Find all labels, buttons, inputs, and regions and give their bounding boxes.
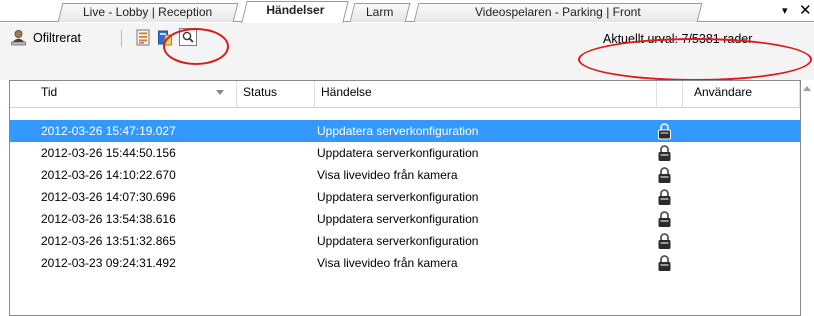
row-time: 2012-03-26 14:10:22.670 xyxy=(41,168,176,182)
filter-label[interactable]: Ofiltrerat xyxy=(33,31,81,45)
row-time: 2012-03-26 15:47:19.027 xyxy=(41,124,176,138)
lock-icon xyxy=(658,145,671,161)
annotation-circle-status xyxy=(578,38,812,81)
row-time: 2012-03-26 15:44:50.156 xyxy=(41,146,176,160)
table-row[interactable]: 2012-03-26 15:44:50.156 Uppdatera server… xyxy=(10,142,800,164)
lock-icon xyxy=(658,233,671,249)
events-grid: Tid Status Händelse Användare 2012-03-26… xyxy=(9,80,801,316)
table-row[interactable]: 2012-03-26 13:51:32.865 Uppdatera server… xyxy=(10,230,800,252)
lock-icon xyxy=(658,189,671,205)
lock-icon xyxy=(658,255,671,271)
tab-strip: Live - Lobby | Reception Händelser Larm … xyxy=(0,0,814,23)
tab-label: Händelser xyxy=(266,3,325,17)
table-row[interactable]: 2012-03-26 14:07:30.696 Uppdatera server… xyxy=(10,186,800,208)
row-time: 2012-03-26 14:07:30.696 xyxy=(41,190,176,204)
row-event: Visa livevideo från kamera xyxy=(317,256,458,270)
row-event: Uppdatera serverkonfiguration xyxy=(317,234,479,248)
grid-rows: 2012-03-26 15:47:19.027 Uppdatera server… xyxy=(10,120,800,274)
row-event: Uppdatera serverkonfiguration xyxy=(317,190,479,204)
column-label: Tid xyxy=(41,85,58,99)
row-time: 2012-03-26 13:54:38.616 xyxy=(41,212,176,226)
column-header-tid[interactable]: Tid xyxy=(10,81,237,108)
lock-icon xyxy=(658,123,671,140)
column-header-lock[interactable] xyxy=(657,81,683,108)
user-filter-icon[interactable] xyxy=(10,29,27,46)
row-time: 2012-03-26 13:51:32.865 xyxy=(41,234,176,248)
tab-label: Videospelaren - Parking | Front xyxy=(475,5,641,19)
lock-icon xyxy=(658,167,671,183)
annotation-circle-search xyxy=(163,28,229,65)
column-header-status[interactable]: Status xyxy=(237,81,315,108)
tab-videospelaren[interactable]: Videospelaren - Parking | Front xyxy=(413,3,703,22)
row-event: Uppdatera serverkonfiguration xyxy=(317,124,479,138)
tab-live-lobby[interactable]: Live - Lobby | Reception xyxy=(57,3,239,22)
export-icon[interactable] xyxy=(135,29,151,46)
table-row[interactable]: 2012-03-23 09:24:31.492 Visa livevideo f… xyxy=(10,252,800,274)
column-header-handelse[interactable]: Händelse xyxy=(315,81,657,108)
tab-handelser[interactable]: Händelser xyxy=(241,1,349,23)
lock-icon xyxy=(658,211,671,227)
row-event: Uppdatera serverkonfiguration xyxy=(317,212,479,226)
row-event: Visa livevideo från kamera xyxy=(317,168,458,182)
tab-larm[interactable]: Larm xyxy=(349,3,411,22)
sort-descending-icon xyxy=(216,90,224,95)
row-event: Uppdatera serverkonfiguration xyxy=(317,146,479,160)
toolbar: Ofiltrerat Aktuellt urval: 7/5381 rader xyxy=(0,23,814,81)
grid-header: Tid Status Händelse Användare xyxy=(10,81,800,108)
tab-menu-button[interactable]: ▾ xyxy=(782,4,788,17)
tab-label: Larm xyxy=(366,5,394,19)
column-header-anvandare[interactable]: Användare xyxy=(683,81,800,108)
tab-label: Live - Lobby | Reception xyxy=(83,5,213,19)
close-button[interactable]: ✕ xyxy=(799,1,812,19)
table-row[interactable]: 2012-03-26 14:10:22.670 Visa livevideo f… xyxy=(10,164,800,186)
row-time: 2012-03-23 09:24:31.492 xyxy=(41,256,176,270)
table-row[interactable]: 2012-03-26 15:47:19.027 Uppdatera server… xyxy=(10,120,800,142)
scroll-up-arrow-icon[interactable] xyxy=(803,86,811,91)
table-row[interactable]: 2012-03-26 13:54:38.616 Uppdatera server… xyxy=(10,208,800,230)
toolbar-divider xyxy=(121,30,122,47)
